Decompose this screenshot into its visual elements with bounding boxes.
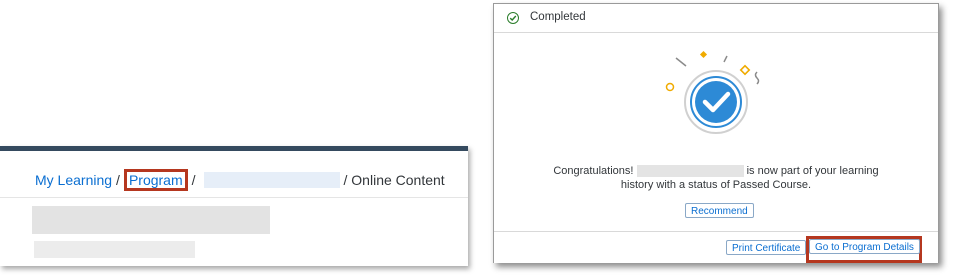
- redacted-title-placeholder: [32, 206, 270, 234]
- dialog-footer: Print Certificate Go to Program Details: [494, 231, 938, 263]
- confetti-line: [675, 57, 687, 67]
- dialog-header: Completed: [494, 4, 938, 33]
- breadcrumb-my-learning-link[interactable]: My Learning: [35, 172, 112, 188]
- redacted-subtitle-placeholder: [34, 241, 195, 258]
- badge-fill: [695, 81, 737, 123]
- confetti-circle: [665, 82, 675, 92]
- breadcrumb-current-online-content: / Online Content: [343, 172, 445, 188]
- completed-dialog: Completed Congratulations! is now part o…: [493, 3, 939, 263]
- success-checkmark-illustration: [665, 50, 760, 134]
- dialog-title: Completed: [530, 11, 586, 23]
- breadcrumb: My Learning / Program / / Online Content: [35, 169, 445, 191]
- redacted-course-name: [636, 165, 744, 178]
- completion-message: Congratulations! is now part of your lea…: [534, 164, 898, 192]
- confetti-squiggle: [754, 71, 760, 85]
- message-status: history with a status of Passed Course.: [620, 179, 812, 191]
- recommend-button[interactable]: Recommend: [685, 203, 754, 218]
- message-part-of-history: is now part of your learning: [746, 165, 879, 177]
- breadcrumb-redacted-item[interactable]: [203, 172, 340, 188]
- confetti-line: [723, 55, 728, 63]
- breadcrumb-separator: /: [191, 172, 196, 188]
- divider: [0, 197, 468, 198]
- check-circle-icon: [507, 12, 519, 24]
- breadcrumb-program-link[interactable]: Program: [123, 169, 188, 191]
- message-congratulations: Congratulations!: [553, 165, 634, 177]
- confetti-square: [739, 64, 751, 76]
- course-page-panel: My Learning / Program / / Online Content: [0, 146, 468, 266]
- breadcrumb-separator: /: [116, 172, 120, 188]
- go-to-program-details-button[interactable]: Go to Program Details: [809, 239, 920, 254]
- confetti-diamond: [699, 50, 708, 59]
- print-certificate-button[interactable]: Print Certificate: [726, 240, 807, 255]
